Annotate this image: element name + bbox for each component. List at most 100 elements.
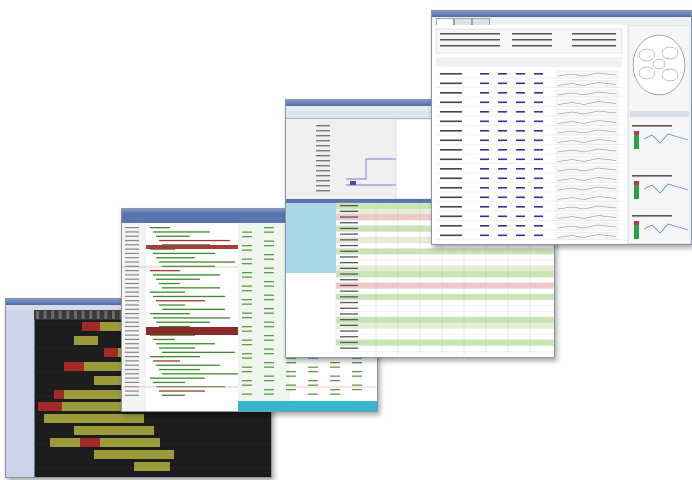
line-number [125, 317, 139, 319]
code-line [153, 381, 185, 384]
trace-value [308, 384, 318, 386]
statistics-value-link [534, 120, 543, 123]
statistics-header [436, 57, 622, 67]
trace-value [264, 353, 274, 355]
statistics-value-link [516, 234, 525, 237]
statistics-value-link [516, 196, 525, 199]
trace-value [264, 258, 274, 260]
line-number [125, 330, 139, 332]
mini-chart-bar [634, 181, 639, 185]
trace-value [286, 375, 296, 377]
trace-value [264, 339, 274, 341]
trace-value [242, 285, 252, 287]
statistics-value-link [498, 73, 507, 75]
statistics-row-label [440, 139, 462, 142]
statistics-sparkline [555, 222, 619, 231]
summary-text [440, 33, 500, 35]
trace-value [286, 384, 296, 386]
statistics-row-label [440, 82, 462, 85]
code-line [156, 364, 220, 366]
statistics-value-link [516, 130, 525, 132]
statistics-summary-box [435, 28, 623, 54]
statistics-value-link [498, 187, 507, 189]
trace-value [242, 339, 252, 341]
trace-value [308, 371, 318, 373]
statistics-value-link [498, 234, 507, 237]
statistics-value-link [516, 177, 525, 180]
summary-text [512, 39, 552, 41]
line-number [125, 368, 139, 371]
grid-cell-text [340, 244, 358, 247]
grid-cell-text [340, 239, 358, 241]
grid-row [335, 311, 554, 318]
timeline-bar [134, 462, 170, 471]
grid-row [335, 345, 554, 352]
code-line [150, 291, 185, 293]
statistics-sparkline [555, 194, 619, 202]
code-line [150, 313, 190, 315]
statistics-value-link [480, 149, 489, 151]
grid-cell-text [340, 347, 358, 349]
grid-cell-text [340, 301, 358, 304]
trace-value [264, 299, 274, 301]
grid-cell-text [340, 250, 358, 252]
statistics-value-link [516, 149, 525, 151]
statistics-value-link [516, 187, 525, 189]
trace-value [242, 344, 252, 346]
trace-value [330, 362, 340, 364]
statistics-value-link [480, 111, 489, 113]
statistics-sparkline [555, 232, 619, 240]
statistics-value-link [516, 225, 525, 227]
trace-value [242, 290, 252, 292]
statistics-value-link [480, 206, 489, 208]
timeline-tick [112, 311, 115, 319]
statistics-value-link [480, 187, 489, 189]
statistics-sparkline [555, 165, 619, 174]
trace-value [264, 366, 274, 368]
trace-value [242, 245, 252, 247]
trace-value [242, 312, 252, 314]
timeline-bar [38, 402, 62, 411]
code-line [153, 360, 180, 362]
grid-row [335, 248, 554, 255]
code-line [156, 321, 210, 323]
trace-value [242, 272, 252, 274]
statistics-value-link [480, 225, 489, 227]
statistics-row-label [440, 215, 462, 218]
line-number [125, 231, 139, 233]
grid-row [335, 333, 554, 340]
trace-value [352, 384, 362, 386]
timeline-bar [104, 414, 144, 423]
statistics-value-link [498, 196, 507, 199]
code-line [159, 347, 195, 349]
grid-cell-text [340, 205, 358, 207]
statistics-value-link [498, 82, 507, 85]
timeline-tree-panel[interactable] [6, 310, 35, 477]
trace-value [264, 294, 274, 296]
trace-value [308, 380, 318, 382]
statistics-value-link [480, 82, 489, 85]
trace-value [242, 299, 252, 301]
graph-node-label [316, 135, 330, 137]
line-number [125, 334, 139, 336]
statistics-value-link [498, 139, 507, 142]
timeline-tick [36, 311, 39, 319]
statistics-value-link [516, 139, 525, 142]
trace-value [264, 335, 274, 337]
code-line [162, 394, 185, 396]
trace-value [264, 326, 274, 328]
code-line [159, 368, 200, 371]
trace-value [264, 267, 274, 269]
statistics-sparkline [555, 184, 619, 193]
statistics-sparkline [555, 137, 619, 145]
trace-value [264, 348, 274, 350]
trace-value [242, 393, 252, 395]
trace-value [352, 375, 362, 377]
trace-value [330, 375, 340, 377]
code-line [150, 270, 180, 272]
trace-value [242, 380, 252, 382]
trace-value [264, 272, 274, 274]
graph-node-label [316, 185, 330, 187]
line-number [125, 364, 139, 366]
statistics-sparkline [555, 146, 619, 155]
